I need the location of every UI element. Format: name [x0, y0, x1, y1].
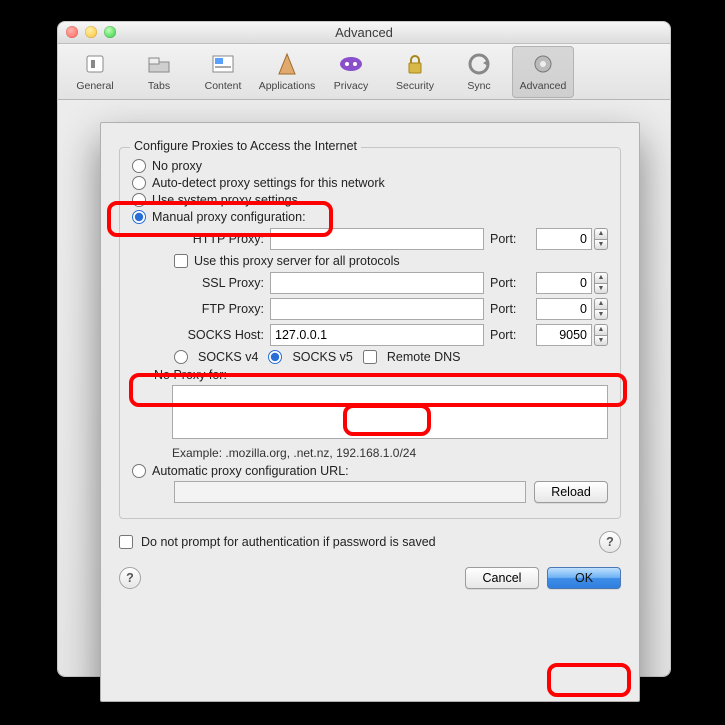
stepper-ssl-port[interactable]: ▲▼	[594, 272, 608, 294]
input-socks-host[interactable]	[270, 324, 484, 346]
connection-settings-dialog: Configure Proxies to Access the Internet…	[100, 122, 640, 702]
toolbar-general[interactable]: General	[64, 46, 126, 98]
label-auto-detect: Auto-detect proxy settings for this netw…	[152, 176, 385, 190]
lock-icon	[399, 48, 431, 80]
toolbar-tabs[interactable]: Tabs	[128, 46, 190, 98]
sync-icon	[463, 48, 495, 80]
radio-socks-v5[interactable]	[268, 350, 282, 364]
checkbox-use-for-all[interactable]	[174, 254, 188, 268]
preferences-toolbar: General Tabs Content Applications Privac…	[58, 44, 670, 100]
applications-icon	[271, 48, 303, 80]
help-button[interactable]: ?	[599, 531, 621, 553]
checkbox-do-not-prompt[interactable]	[119, 535, 133, 549]
question-mark-icon: ?	[606, 535, 614, 549]
label-http-port: Port:	[490, 232, 530, 246]
label-socks-host: SOCKS Host:	[172, 328, 264, 342]
toolbar-privacy[interactable]: Privacy	[320, 46, 382, 98]
label-system-proxy: Use system proxy settings	[152, 193, 298, 207]
label-no-proxy: No proxy	[152, 159, 202, 173]
radio-socks-v4[interactable]	[174, 350, 188, 364]
close-window-button[interactable]	[66, 26, 78, 38]
input-http-proxy[interactable]	[270, 228, 484, 250]
proxy-groupbox: Configure Proxies to Access the Internet…	[119, 147, 621, 519]
input-http-port[interactable]	[536, 228, 592, 250]
label-socks-port: Port:	[490, 328, 530, 342]
groupbox-title: Configure Proxies to Access the Internet	[130, 139, 361, 153]
highlight-ok-button	[547, 663, 631, 697]
input-socks-port[interactable]	[536, 324, 592, 346]
label-remote-dns: Remote DNS	[387, 350, 461, 364]
radio-auto-url[interactable]	[132, 464, 146, 478]
radio-no-proxy[interactable]	[132, 159, 146, 173]
label-no-proxy-for: No Proxy for:	[154, 368, 264, 382]
radio-system-proxy[interactable]	[132, 193, 146, 207]
textarea-no-proxy-for[interactable]	[172, 385, 608, 439]
stepper-socks-port[interactable]: ▲▼	[594, 324, 608, 346]
reload-button[interactable]: Reload	[534, 481, 608, 503]
help-button-footer[interactable]: ?	[119, 567, 141, 589]
input-ssl-port[interactable]	[536, 272, 592, 294]
example-hint: Example: .mozilla.org, .net.nz, 192.168.…	[172, 446, 608, 460]
radio-manual-proxy[interactable]	[132, 210, 146, 224]
stepper-ftp-port[interactable]: ▲▼	[594, 298, 608, 320]
checkbox-remote-dns[interactable]	[363, 350, 377, 364]
input-ftp-port[interactable]	[536, 298, 592, 320]
label-http-proxy: HTTP Proxy:	[172, 232, 264, 246]
label-auto-url: Automatic proxy configuration URL:	[152, 464, 349, 478]
label-ssl-port: Port:	[490, 276, 530, 290]
ok-button[interactable]: OK	[547, 567, 621, 589]
input-auto-config-url[interactable]	[174, 481, 526, 503]
label-ftp-proxy: FTP Proxy:	[172, 302, 264, 316]
question-mark-icon: ?	[126, 571, 134, 585]
window-title: Advanced	[335, 25, 393, 40]
stepper-http-port[interactable]: ▲▼	[594, 228, 608, 250]
input-ftp-proxy[interactable]	[270, 298, 484, 320]
label-ssl-proxy: SSL Proxy:	[172, 276, 264, 290]
radio-auto-detect[interactable]	[132, 176, 146, 190]
content-icon	[207, 48, 239, 80]
tabs-icon	[143, 48, 175, 80]
toolbar-security[interactable]: Security	[384, 46, 446, 98]
label-socks-v4: SOCKS v4	[198, 350, 258, 364]
zoom-window-button[interactable]	[104, 26, 116, 38]
label-use-for-all: Use this proxy server for all protocols	[194, 254, 400, 268]
toolbar-content[interactable]: Content	[192, 46, 254, 98]
toolbar-applications[interactable]: Applications	[256, 46, 318, 98]
label-socks-v5: SOCKS v5	[292, 350, 352, 364]
label-manual-proxy: Manual proxy configuration:	[152, 210, 306, 224]
minimize-window-button[interactable]	[85, 26, 97, 38]
label-do-not-prompt: Do not prompt for authentication if pass…	[141, 535, 436, 549]
cancel-button[interactable]: Cancel	[465, 567, 539, 589]
window-titlebar: Advanced	[58, 22, 670, 44]
toolbar-advanced[interactable]: Advanced	[512, 46, 574, 98]
toolbar-sync[interactable]: Sync	[448, 46, 510, 98]
switch-icon	[79, 48, 111, 80]
gear-icon	[527, 48, 559, 80]
privacy-mask-icon	[335, 48, 367, 80]
label-ftp-port: Port:	[490, 302, 530, 316]
input-ssl-proxy[interactable]	[270, 272, 484, 294]
